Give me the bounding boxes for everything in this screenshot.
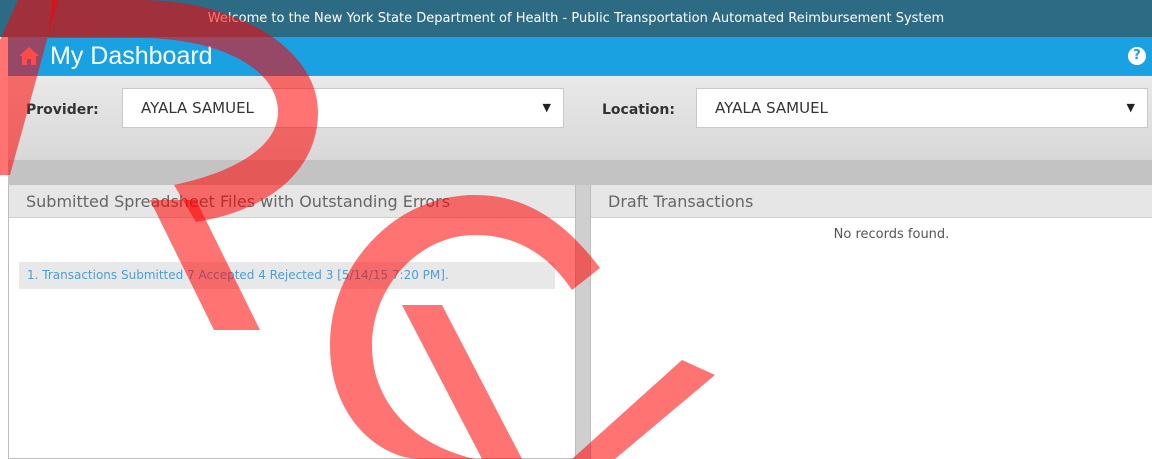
- errors-panel: Submitted Spreadsheet Files with Outstan…: [8, 185, 576, 459]
- errors-list: 1. Transactions Submitted 7 Accepted 4 R…: [9, 218, 575, 289]
- page-title: My Dashboard: [50, 42, 213, 70]
- panel-gutter: [576, 185, 590, 459]
- drafts-panel: Draft Transactions No records found.: [590, 185, 1152, 459]
- chevron-down-icon: ▼: [542, 101, 551, 114]
- help-icon[interactable]: ?: [1128, 47, 1146, 65]
- section-divider: [8, 160, 1152, 185]
- no-records-message: No records found.: [833, 227, 950, 242]
- error-file-link[interactable]: 1. Transactions Submitted 7 Accepted 4 R…: [19, 262, 555, 289]
- errors-panel-title: Submitted Spreadsheet Files with Outstan…: [9, 185, 575, 218]
- chevron-down-icon: ▼: [1126, 101, 1135, 114]
- provider-select[interactable]: AYALA SAMUEL ▼: [122, 88, 564, 128]
- filter-bar: Provider: AYALA SAMUEL ▼ Location: AYALA…: [8, 76, 1152, 160]
- welcome-banner-text: Welcome to the New York State Department…: [207, 11, 945, 26]
- dashboard-header: My Dashboard ?: [8, 37, 1152, 76]
- location-select-value: AYALA SAMUEL: [715, 99, 828, 117]
- welcome-banner: Welcome to the New York State Department…: [0, 0, 1152, 37]
- provider-label: Provider:: [26, 102, 99, 118]
- location-select[interactable]: AYALA SAMUEL ▼: [696, 88, 1148, 128]
- location-label: Location:: [602, 102, 675, 118]
- provider-select-value: AYALA SAMUEL: [141, 99, 254, 117]
- drafts-panel-title: Draft Transactions: [591, 185, 1152, 218]
- home-icon[interactable]: [18, 46, 40, 66]
